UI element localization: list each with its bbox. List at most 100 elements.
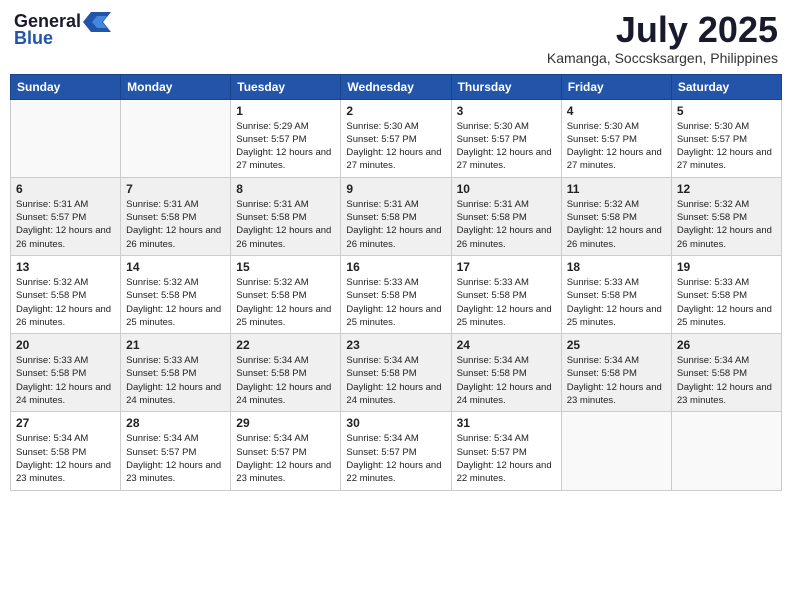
calendar-cell: 13 Sunrise: 5:32 AM Sunset: 5:58 PM Dayli… (11, 255, 121, 333)
weekday-header-wednesday: Wednesday (341, 74, 451, 99)
day-number: 22 (236, 338, 335, 352)
day-info: Sunrise: 5:33 AM Sunset: 5:58 PM Dayligh… (16, 354, 115, 407)
calendar-cell: 28Sunrise: 5:34 AM Sunset: 5:57 PM Dayli… (121, 412, 231, 490)
day-info: Sunrise: 5:34 AM Sunset: 5:58 PM Dayligh… (16, 432, 115, 485)
day-number: 23 (346, 338, 445, 352)
calendar-week-row: 1Sunrise: 5:29 AM Sunset: 5:57 PM Daylig… (11, 99, 782, 177)
day-info: Sunrise: 5:34 AM Sunset: 5:58 PM Dayligh… (346, 354, 445, 407)
day-number: 17 (457, 260, 556, 274)
calendar-cell: 9 Sunrise: 5:31 AM Sunset: 5:58 PM Daylig… (341, 177, 451, 255)
calendar-cell: 29 Sunrise: 5:34 AM Sunset: 5:57 PM Dayli… (231, 412, 341, 490)
day-info: Sunrise: 5:31 AM Sunset: 5:58 PM Dayligh… (126, 198, 225, 251)
day-info: Sunrise: 5:33 AM Sunset: 5:58 PM Dayligh… (567, 276, 666, 329)
month-year-title: July 2025 (547, 10, 778, 50)
calendar-cell: 10 Sunrise: 5:31 AM Sunset: 5:58 PM Dayli… (451, 177, 561, 255)
calendar-cell: 27 Sunrise: 5:34 AM Sunset: 5:58 PM Dayli… (11, 412, 121, 490)
weekday-header-tuesday: Tuesday (231, 74, 341, 99)
calendar-cell: 6Sunrise: 5:31 AM Sunset: 5:57 PM Daylig… (11, 177, 121, 255)
day-info: Sunrise: 5:33 AM Sunset: 5:58 PM Dayligh… (346, 276, 445, 329)
day-info: Sunrise: 5:34 AM Sunset: 5:57 PM Dayligh… (346, 432, 445, 485)
day-number: 5 (677, 104, 776, 118)
calendar-cell: 5 Sunrise: 5:30 AM Sunset: 5:57 PM Daylig… (671, 99, 781, 177)
day-number: 12 (677, 182, 776, 196)
calendar-week-row: 20 Sunrise: 5:33 AM Sunset: 5:58 PM Dayli… (11, 334, 782, 412)
day-info: Sunrise: 5:30 AM Sunset: 5:57 PM Dayligh… (346, 120, 445, 173)
day-info: Sunrise: 5:29 AM Sunset: 5:57 PM Dayligh… (236, 120, 335, 173)
weekday-header-sunday: Sunday (11, 74, 121, 99)
day-number: 19 (677, 260, 776, 274)
logo: General Blue (14, 10, 111, 49)
calendar-cell: 31 Sunrise: 5:34 AM Sunset: 5:57 PM Dayli… (451, 412, 561, 490)
day-number: 24 (457, 338, 556, 352)
day-info: Sunrise: 5:34 AM Sunset: 5:57 PM Dayligh… (236, 432, 335, 485)
calendar-cell: 14Sunrise: 5:32 AM Sunset: 5:58 PM Dayli… (121, 255, 231, 333)
day-number: 14 (126, 260, 225, 274)
day-info: Sunrise: 5:34 AM Sunset: 5:57 PM Dayligh… (126, 432, 225, 485)
day-number: 9 (346, 182, 445, 196)
weekday-header-friday: Friday (561, 74, 671, 99)
day-info: Sunrise: 5:31 AM Sunset: 5:57 PM Dayligh… (16, 198, 115, 251)
day-info: Sunrise: 5:30 AM Sunset: 5:57 PM Dayligh… (677, 120, 776, 173)
day-number: 26 (677, 338, 776, 352)
calendar-cell: 17Sunrise: 5:33 AM Sunset: 5:58 PM Dayli… (451, 255, 561, 333)
calendar-cell: 12 Sunrise: 5:32 AM Sunset: 5:58 PM Dayli… (671, 177, 781, 255)
day-number: 7 (126, 182, 225, 196)
day-number: 29 (236, 416, 335, 430)
page-header: General Blue July 2025 Kamanga, Soccsksa… (10, 10, 782, 66)
logo-blue-text: Blue (14, 28, 53, 49)
day-number: 20 (16, 338, 115, 352)
calendar-cell: 2 Sunrise: 5:30 AM Sunset: 5:57 PM Daylig… (341, 99, 451, 177)
calendar-cell: 26Sunrise: 5:34 AM Sunset: 5:58 PM Dayli… (671, 334, 781, 412)
day-info: Sunrise: 5:34 AM Sunset: 5:58 PM Dayligh… (457, 354, 556, 407)
calendar-week-row: 27 Sunrise: 5:34 AM Sunset: 5:58 PM Dayli… (11, 412, 782, 490)
day-number: 18 (567, 260, 666, 274)
calendar-cell: 30 Sunrise: 5:34 AM Sunset: 5:57 PM Dayli… (341, 412, 451, 490)
calendar-cell: 22Sunrise: 5:34 AM Sunset: 5:58 PM Dayli… (231, 334, 341, 412)
day-info: Sunrise: 5:32 AM Sunset: 5:58 PM Dayligh… (236, 276, 335, 329)
day-info: Sunrise: 5:30 AM Sunset: 5:57 PM Dayligh… (567, 120, 666, 173)
day-number: 2 (346, 104, 445, 118)
day-info: Sunrise: 5:34 AM Sunset: 5:57 PM Dayligh… (457, 432, 556, 485)
calendar-cell: 21Sunrise: 5:33 AM Sunset: 5:58 PM Dayli… (121, 334, 231, 412)
day-number: 31 (457, 416, 556, 430)
weekday-header-saturday: Saturday (671, 74, 781, 99)
day-number: 27 (16, 416, 115, 430)
day-number: 30 (346, 416, 445, 430)
weekday-header-thursday: Thursday (451, 74, 561, 99)
day-info: Sunrise: 5:32 AM Sunset: 5:58 PM Dayligh… (16, 276, 115, 329)
calendar-cell: 4Sunrise: 5:30 AM Sunset: 5:57 PM Daylig… (561, 99, 671, 177)
calendar-cell (561, 412, 671, 490)
day-info: Sunrise: 5:34 AM Sunset: 5:58 PM Dayligh… (567, 354, 666, 407)
calendar-cell: 3 Sunrise: 5:30 AM Sunset: 5:57 PM Daylig… (451, 99, 561, 177)
calendar-cell: 18 Sunrise: 5:33 AM Sunset: 5:58 PM Dayli… (561, 255, 671, 333)
day-number: 8 (236, 182, 335, 196)
day-info: Sunrise: 5:30 AM Sunset: 5:57 PM Dayligh… (457, 120, 556, 173)
day-number: 10 (457, 182, 556, 196)
day-info: Sunrise: 5:31 AM Sunset: 5:58 PM Dayligh… (457, 198, 556, 251)
location-subtitle: Kamanga, Soccsksargen, Philippines (547, 50, 778, 66)
calendar-week-row: 6Sunrise: 5:31 AM Sunset: 5:57 PM Daylig… (11, 177, 782, 255)
day-number: 15 (236, 260, 335, 274)
day-info: Sunrise: 5:31 AM Sunset: 5:58 PM Dayligh… (236, 198, 335, 251)
title-section: July 2025 Kamanga, Soccsksargen, Philipp… (547, 10, 778, 66)
calendar-cell: 25Sunrise: 5:34 AM Sunset: 5:58 PM Dayli… (561, 334, 671, 412)
weekday-header-row: SundayMondayTuesdayWednesdayThursdayFrid… (11, 74, 782, 99)
day-number: 16 (346, 260, 445, 274)
calendar-cell: 24 Sunrise: 5:34 AM Sunset: 5:58 PM Dayli… (451, 334, 561, 412)
day-info: Sunrise: 5:31 AM Sunset: 5:58 PM Dayligh… (346, 198, 445, 251)
calendar-cell: 19 Sunrise: 5:33 AM Sunset: 5:58 PM Dayli… (671, 255, 781, 333)
calendar-cell: 7 Sunrise: 5:31 AM Sunset: 5:58 PM Daylig… (121, 177, 231, 255)
day-number: 13 (16, 260, 115, 274)
calendar-cell: 16 Sunrise: 5:33 AM Sunset: 5:58 PM Dayli… (341, 255, 451, 333)
calendar-cell (671, 412, 781, 490)
day-number: 11 (567, 182, 666, 196)
calendar-cell (121, 99, 231, 177)
day-info: Sunrise: 5:33 AM Sunset: 5:58 PM Dayligh… (126, 354, 225, 407)
calendar-cell: 15 Sunrise: 5:32 AM Sunset: 5:58 PM Dayli… (231, 255, 341, 333)
day-info: Sunrise: 5:32 AM Sunset: 5:58 PM Dayligh… (677, 198, 776, 251)
weekday-header-monday: Monday (121, 74, 231, 99)
day-info: Sunrise: 5:32 AM Sunset: 5:58 PM Dayligh… (567, 198, 666, 251)
day-info: Sunrise: 5:33 AM Sunset: 5:58 PM Dayligh… (677, 276, 776, 329)
day-number: 3 (457, 104, 556, 118)
calendar-cell: 1Sunrise: 5:29 AM Sunset: 5:57 PM Daylig… (231, 99, 341, 177)
